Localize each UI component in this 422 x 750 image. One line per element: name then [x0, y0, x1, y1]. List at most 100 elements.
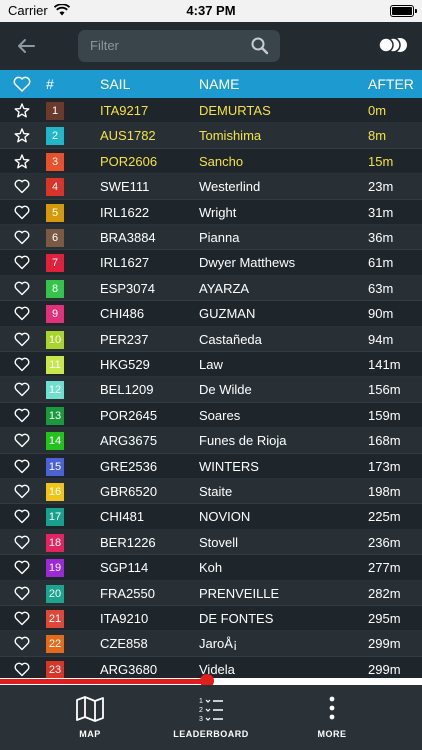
- table-row[interactable]: 21 ITA9210 DE FONTES 295m: [0, 606, 422, 632]
- table-row[interactable]: 7 IRL1627 Dwyer Matthews 61m: [0, 250, 422, 276]
- position-badge: 15: [46, 457, 64, 476]
- heart-icon[interactable]: [14, 281, 30, 296]
- col-header-sail[interactable]: SAIL: [100, 76, 130, 92]
- position-badge: 23: [46, 660, 64, 678]
- heart-icon[interactable]: [14, 230, 30, 245]
- sailor-name: Soares: [199, 407, 241, 423]
- heart-icon[interactable]: [14, 459, 30, 474]
- position-badge: 7: [46, 254, 64, 273]
- heart-icon[interactable]: [14, 408, 30, 423]
- distance-after: 282m: [368, 585, 401, 601]
- sail-number: BRA3884: [100, 230, 156, 245]
- heart-icon[interactable]: [14, 357, 30, 372]
- sail-number: AUS1782: [100, 128, 156, 144]
- heart-icon[interactable]: [14, 662, 30, 677]
- table-row[interactable]: 20 FRA2550 PRENVEILLE 282m: [0, 580, 422, 606]
- more-icon: [329, 696, 335, 720]
- distance-after: 299m: [368, 661, 401, 677]
- playback-slider[interactable]: [0, 674, 422, 688]
- heart-icon[interactable]: [14, 535, 30, 550]
- table-row[interactable]: 22 CZE858 JaroÅ¡ 299m: [0, 631, 422, 657]
- distance-after: 94m: [368, 331, 394, 347]
- sail-number: IRL1622: [100, 204, 150, 220]
- sail-number: CHI486: [100, 306, 145, 322]
- tab-leaderboard[interactable]: 1 2 3 LEADERBOARD: [151, 685, 271, 750]
- sailor-name: Stovell: [199, 534, 239, 550]
- table-row[interactable]: 5 IRL1622 Wright 31m: [0, 199, 422, 225]
- position-badge: 10: [46, 330, 64, 349]
- tab-map[interactable]: MAP: [30, 685, 150, 750]
- position-badge: 14: [46, 432, 64, 451]
- playback-progress: [0, 679, 207, 684]
- heart-icon[interactable]: [14, 611, 30, 626]
- distance-after: 23m: [368, 179, 394, 195]
- star-icon[interactable]: [14, 103, 30, 118]
- col-header-name[interactable]: NAME: [199, 76, 239, 92]
- filter-search-field[interactable]: Filter: [78, 30, 280, 62]
- table-row[interactable]: 9 CHI486 GUZMAN 90m: [0, 301, 422, 327]
- distance-after: 63m: [368, 280, 394, 296]
- table-row[interactable]: 10 PER237 Castañeda 94m: [0, 326, 422, 352]
- heart-icon[interactable]: [14, 205, 30, 220]
- heart-icon[interactable]: [14, 433, 30, 448]
- table-row[interactable]: 4 SWE111 Westerlind 23m: [0, 174, 422, 200]
- table-row[interactable]: 3 POR2606 Sancho 15m: [0, 148, 422, 175]
- sailor-name: Dwyer Matthews: [199, 255, 296, 271]
- heart-icon[interactable]: [14, 636, 30, 651]
- sail-number: ARG3680: [100, 661, 158, 677]
- leaderboard-header: # SAIL NAME AFTER: [0, 70, 422, 98]
- position-badge: 2: [46, 127, 64, 146]
- distance-after: 168m: [368, 433, 401, 449]
- table-row[interactable]: 15 GRE2536 WINTERS 173m: [0, 453, 422, 479]
- back-arrow-icon[interactable]: [12, 32, 40, 60]
- sailor-name: Koh: [199, 560, 223, 576]
- table-row[interactable]: 14 ARG3675 Funes de Rioja 168m: [0, 428, 422, 454]
- heart-icon[interactable]: [14, 255, 30, 270]
- table-row[interactable]: 6 BRA3884 Pianna 36m: [0, 225, 422, 251]
- heart-icon[interactable]: [14, 306, 30, 321]
- sailor-name: Westerlind: [199, 179, 261, 195]
- position-badge: 1: [46, 102, 64, 120]
- sail-number: CZE858: [100, 636, 148, 652]
- position-badge: 18: [46, 533, 64, 552]
- heart-icon[interactable]: [14, 179, 30, 194]
- leaderboard-icon: 1 2 3: [199, 698, 223, 723]
- distance-after: 173m: [368, 458, 401, 474]
- heart-icon[interactable]: [14, 509, 30, 524]
- table-row[interactable]: 12 BEL1209 De Wilde 156m: [0, 377, 422, 403]
- table-row[interactable]: 1 ITA9217 DEMURTAS 0m: [0, 98, 422, 124]
- table-row[interactable]: 16 GBR6520 Staite 198m: [0, 479, 422, 505]
- star-icon[interactable]: [14, 128, 30, 143]
- tab-leaderboard-label: LEADERBOARD: [173, 729, 249, 739]
- sailor-name: Funes de Rioja: [199, 433, 287, 449]
- col-header-pos[interactable]: #: [46, 76, 54, 92]
- table-row[interactable]: 19 SGP114 Koh 277m: [0, 555, 422, 581]
- star-icon[interactable]: [14, 154, 30, 169]
- tab-more[interactable]: MORE: [272, 685, 392, 750]
- position-badge: 6: [46, 229, 64, 247]
- heart-icon[interactable]: [14, 586, 30, 601]
- view-toggle-icon[interactable]: [378, 36, 408, 54]
- table-row[interactable]: 17 CHI481 NOVION 225m: [0, 504, 422, 530]
- sailor-name: WINTERS: [199, 458, 259, 474]
- heart-icon[interactable]: [14, 382, 30, 397]
- distance-after: 31m: [368, 204, 394, 220]
- leaderboard-list: 1 ITA9217 DEMURTAS 0m 2 AUS1782 Tomishima 8m 3 PO…: [0, 98, 422, 678]
- position-badge: 5: [46, 203, 64, 222]
- heart-header-icon[interactable]: [13, 76, 31, 92]
- table-row[interactable]: 8 ESP3074 AYARZA 63m: [0, 275, 422, 302]
- heart-icon[interactable]: [14, 332, 30, 347]
- sail-number: ITA9210: [100, 611, 149, 626]
- heart-icon[interactable]: [14, 560, 30, 575]
- heart-icon[interactable]: [14, 484, 30, 499]
- col-header-after[interactable]: AFTER: [368, 76, 414, 92]
- table-row[interactable]: 11 HKG529 Law 141m: [0, 352, 422, 378]
- table-row[interactable]: 2 AUS1782 Tomishima 8m: [0, 123, 422, 149]
- sailor-name: Law: [199, 357, 223, 372]
- table-row[interactable]: 18 BER1226 Stovell 236m: [0, 529, 422, 556]
- sailor-name: Castañeda: [199, 331, 262, 347]
- table-row[interactable]: 13 POR2645 Soares 159m: [0, 402, 422, 429]
- position-badge: 9: [46, 305, 64, 324]
- sail-number: BER1226: [100, 534, 156, 550]
- sail-number: PER237: [100, 331, 149, 347]
